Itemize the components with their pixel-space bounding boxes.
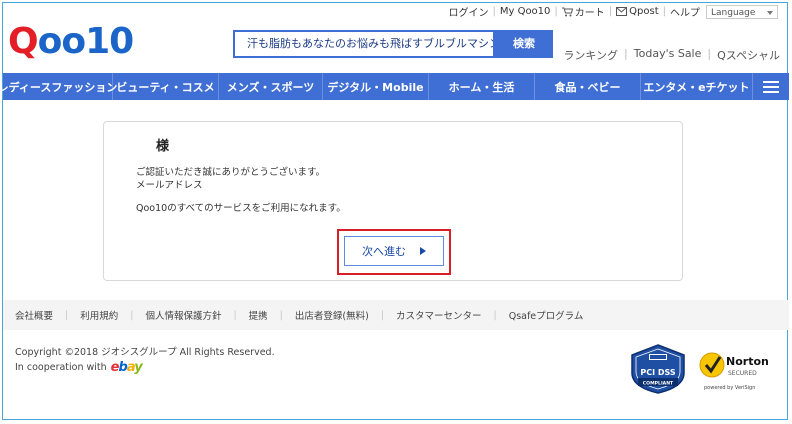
next-button[interactable]: 次へ進む — [344, 236, 444, 266]
search-input[interactable]: 汗も脂肪もあなたのお悩みも飛ばすブルブルマシン — [233, 30, 495, 58]
user-name: 様 — [156, 139, 170, 154]
cart-label: カート — [574, 8, 605, 19]
pci-label: PCI DSS — [640, 368, 676, 377]
ebay-logo: ebay — [110, 360, 143, 375]
cooperation-label: In cooperation with — [15, 362, 107, 373]
pci-compliant: COMPLIANT — [643, 381, 674, 387]
my-qoo10-link[interactable]: My Qoo10 — [500, 6, 551, 17]
separator: | — [279, 309, 283, 321]
arrow-right-icon — [420, 247, 426, 255]
footer-link-company[interactable]: 会社概要 — [15, 308, 53, 322]
cart-link[interactable]: カート — [561, 4, 605, 19]
search-query: 汗も脂肪もあなたのお悩みも飛ばすブルブルマシン — [247, 37, 495, 50]
nav-item-mens-sports[interactable]: メンズ・スポーツ — [219, 73, 323, 100]
language-select[interactable]: Language — [706, 4, 778, 19]
nav-item-beauty[interactable]: ビューティ・コスメ — [113, 73, 219, 100]
next-button-label: 次へ進む — [362, 245, 406, 258]
separator: | — [65, 309, 69, 321]
confirmation-panel: 様 ご認証いただき誠にありがとうございます。 メールアドレス Qoo10のすべて… — [103, 121, 683, 281]
mail-icon — [616, 7, 628, 16]
norton-secured-badge: Norton SECURED powered by VeriSign — [699, 352, 769, 391]
nav-item-ladies-fashion[interactable]: レディースファッション — [0, 73, 117, 100]
ranking-link[interactable]: ランキング — [563, 47, 618, 63]
search-button[interactable]: 検索 — [495, 30, 553, 58]
cart-icon — [561, 7, 573, 16]
separator: | — [608, 6, 613, 17]
cooperation: In cooperation with ebay — [15, 360, 143, 375]
footer-link-seller-register[interactable]: 出店者登録(無料) — [295, 308, 369, 322]
q-special-link[interactable]: Qスペシャル — [717, 47, 780, 63]
copyright: Copyright ©2018 ジオシスグループ All Rights Rese… — [15, 347, 275, 358]
category-nav: レディースファッション ビューティ・コスメ メンズ・スポーツ デジタル・Mobi… — [0, 73, 789, 100]
separator: | — [492, 6, 496, 17]
menu-icon[interactable] — [753, 73, 789, 100]
separator: | — [130, 309, 134, 321]
norton-secured: SECURED — [728, 370, 757, 377]
separator: | — [380, 309, 384, 321]
service-message: Qoo10のすべてのサービスをご利用になれます。 — [136, 203, 346, 214]
nav-item-home[interactable]: ホーム・生活 — [429, 73, 535, 100]
separator: | — [662, 6, 666, 17]
footer-links: 会社概要 | 利用規約 | 個人情報保護方針 | 提携 | 出店者登録(無料) … — [3, 300, 789, 330]
footer-link-qsafe[interactable]: Qsafeプログラム — [509, 308, 584, 322]
thanks-message: ご認証いただき誠にありがとうございます。 — [136, 167, 326, 178]
qpost-label: Qpost — [629, 6, 659, 17]
email-label: メールアドレス — [136, 180, 203, 191]
footer-link-privacy[interactable]: 個人情報保護方針 — [145, 308, 221, 322]
nav-item-food-baby[interactable]: 食品・ベビー — [535, 73, 641, 100]
chevron-down-icon — [767, 10, 773, 15]
qoo10-logo[interactable]: Qoo10 — [8, 22, 134, 62]
help-link[interactable]: ヘルプ — [670, 4, 700, 19]
login-link[interactable]: ログイン — [448, 4, 488, 19]
language-value: Language — [711, 7, 756, 18]
separator: | — [493, 309, 497, 321]
footer-link-terms[interactable]: 利用規約 — [80, 308, 118, 322]
todays-sale-link[interactable]: Today's Sale — [634, 47, 702, 63]
qpost-link[interactable]: Qpost — [616, 6, 659, 17]
nav-item-digital[interactable]: デジタル・Mobile — [323, 73, 429, 100]
separator: | — [554, 6, 558, 17]
norton-powered-by: powered by VeriSign — [704, 385, 755, 391]
utility-links: ログイン | My Qoo10 | カート | Qpost | ヘルプ Lang… — [448, 4, 778, 19]
pci-dss-badge: PCI DSS COMPLIANT — [631, 344, 685, 394]
separator: | — [624, 47, 628, 60]
norton-title: Norton — [726, 355, 769, 368]
footer-link-customer-center[interactable]: カスタマーセンター — [396, 308, 482, 322]
separator: | — [233, 309, 237, 321]
quick-links: ランキング | Today's Sale | Qスペシャル — [563, 47, 780, 63]
nav-item-entertainment[interactable]: エンタメ・eチケット — [641, 73, 753, 100]
separator: | — [707, 47, 712, 60]
footer-link-partnership[interactable]: 提携 — [249, 308, 268, 322]
